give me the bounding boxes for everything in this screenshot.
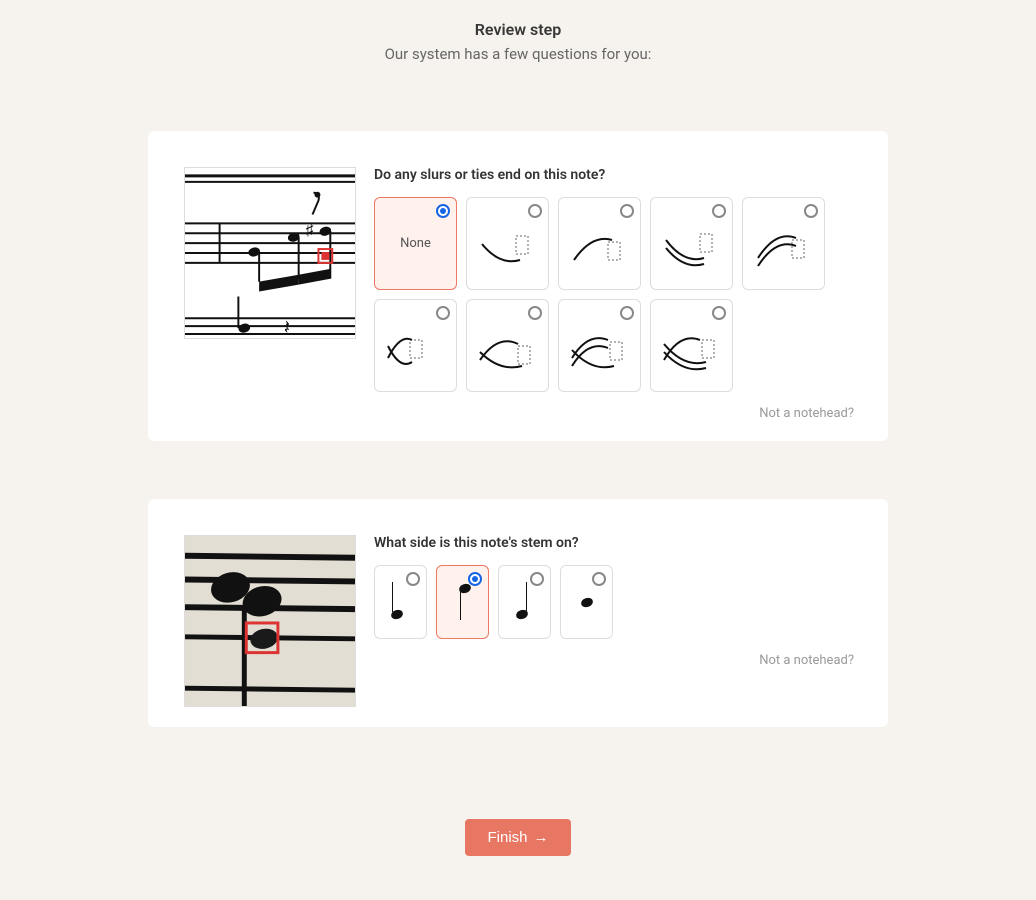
slur-icon [386,316,446,376]
page-title: Review step [0,20,1036,39]
question-1-text: Do any slurs or ties end on this note? [374,167,854,183]
not-notehead-link[interactable]: Not a notehead? [374,653,854,668]
radio-icon [436,204,450,218]
svg-text:♯: ♯ [306,222,314,239]
option-slur-double-above[interactable] [742,197,825,290]
slur-icon [570,214,630,274]
note-stem-icon [452,580,474,624]
slur-icon [662,214,722,274]
note-thumbnail-2 [184,535,356,707]
option-none-label: None [400,236,431,251]
slur-icon [754,214,814,274]
finish-button-label: Finish [487,829,527,846]
option-no-stem[interactable] [560,565,613,639]
note-stem-icon [390,580,412,624]
slur-icon [570,316,630,376]
option-slur-above-below[interactable] [374,299,457,392]
question-card-1: ♯ 𝄽 Do any slurs or ties end on this not… [148,131,888,441]
question-2-text: What side is this note's stem on? [374,535,854,551]
music-fragment-icon [185,536,355,706]
option-none[interactable]: None [374,197,457,290]
option-slur-double-below[interactable] [650,197,733,290]
question-card-2: What side is this note's stem on? [148,499,888,727]
option-slur-single-above[interactable] [558,197,641,290]
finish-button[interactable]: Finish → [465,819,570,856]
note-head-icon [576,580,598,624]
slur-icon [478,214,538,274]
slur-icon [662,316,722,376]
option-stem-up-left[interactable] [374,565,427,639]
music-fragment-icon: ♯ 𝄽 [185,168,355,338]
svg-text:𝄽: 𝄽 [284,317,290,338]
option-slur-triple-a[interactable] [558,299,641,392]
note-stem-icon [514,580,536,624]
option-stem-up-right[interactable] [498,565,551,639]
page-subtitle: Our system has a few questions for you: [0,45,1036,63]
arrow-right-icon: → [534,829,549,846]
option-stem-down-left[interactable] [436,565,489,639]
option-slur-single-below[interactable] [466,197,549,290]
option-slur-mixed-a[interactable] [466,299,549,392]
option-slur-triple-b[interactable] [650,299,733,392]
slur-icon [478,316,538,376]
not-notehead-link[interactable]: Not a notehead? [374,406,854,421]
note-thumbnail-1: ♯ 𝄽 [184,167,356,339]
